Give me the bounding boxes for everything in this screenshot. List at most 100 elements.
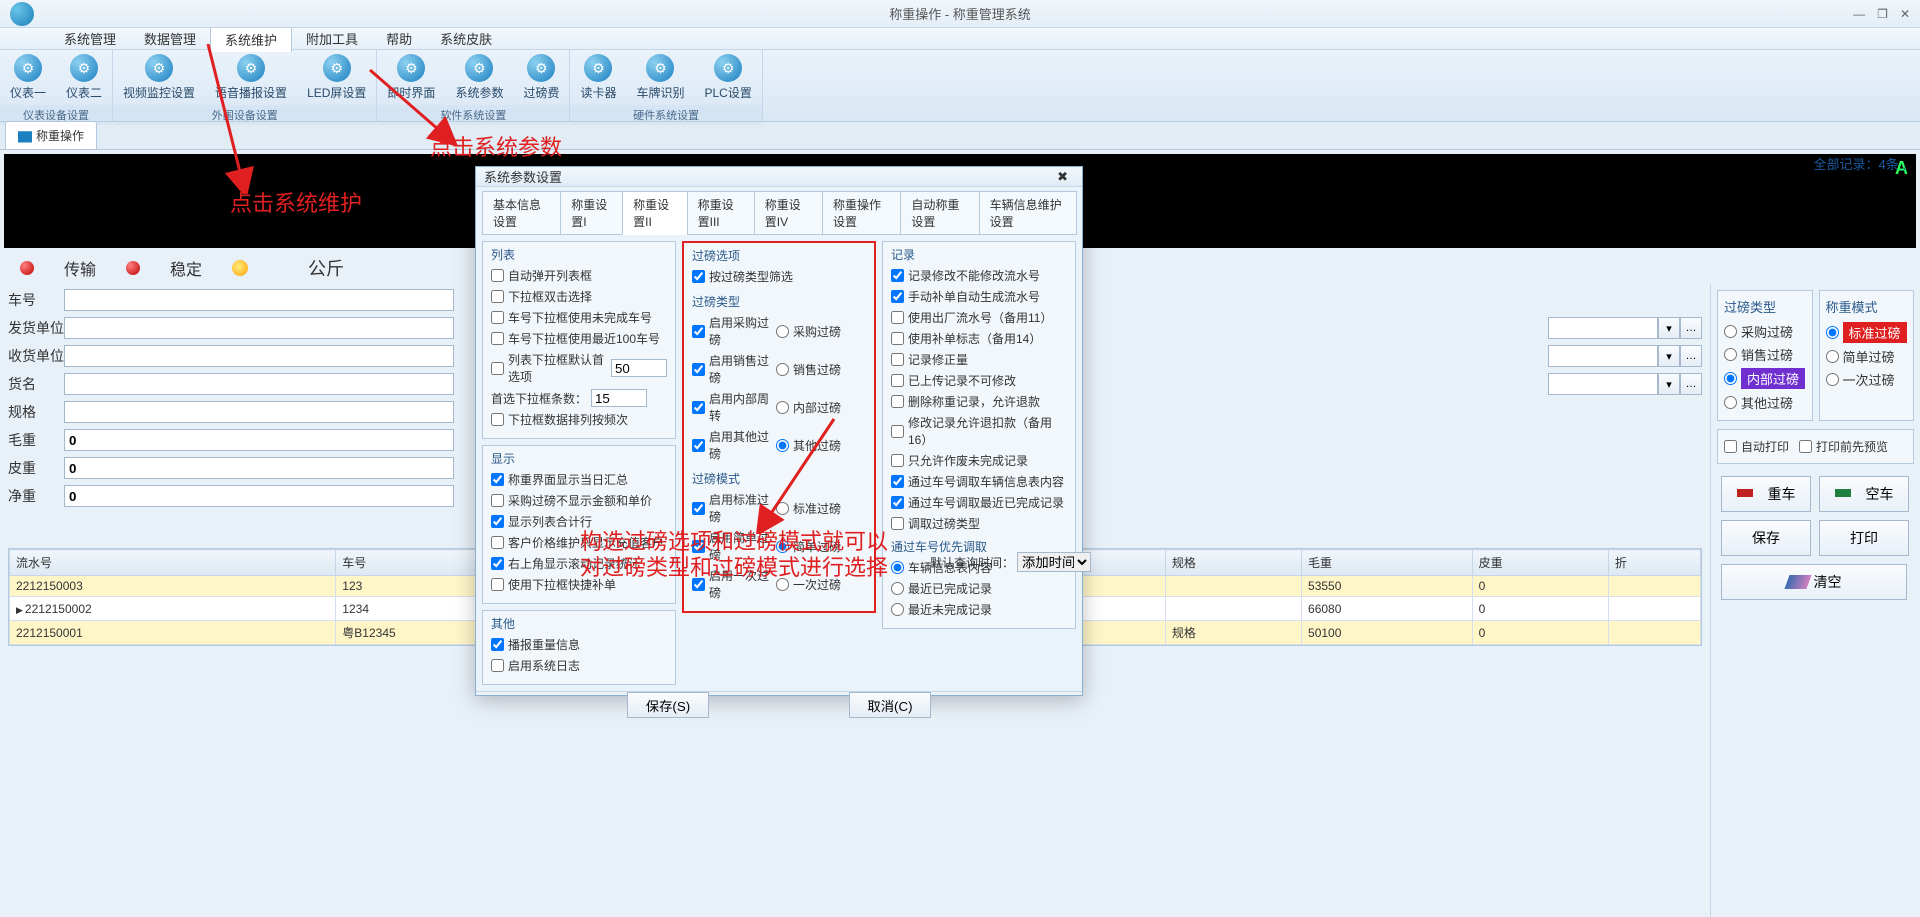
workspace-tab[interactable]: 称重操作 — [5, 121, 97, 149]
ftype-l-2[interactable]: 启用内部周转 — [692, 388, 776, 426]
rec-item-0[interactable]: 记录修改不能修改流水号 — [891, 265, 1067, 286]
ribbon-0-1[interactable]: ⚙仪表二 — [56, 50, 112, 105]
type-radio-0[interactable] — [1724, 325, 1737, 338]
rec-item-9[interactable]: 通过车号调取车辆信息表内容 — [891, 471, 1067, 492]
dialog-tab-3[interactable]: 称重设置III — [687, 191, 755, 235]
input-sender[interactable] — [64, 317, 454, 339]
rec-item-5[interactable]: 已上传记录不可修改 — [891, 370, 1067, 391]
combo-sender-more[interactable]: … — [1680, 317, 1702, 339]
fmode-r-0[interactable]: 标准过磅 — [776, 489, 866, 527]
type-radio-2[interactable] — [1724, 372, 1737, 385]
ribbon-2-1[interactable]: ⚙系统参数 — [445, 50, 513, 105]
dialog-close-icon[interactable]: ✖ — [1051, 169, 1074, 185]
dialog-cancel-button[interactable]: 取消(C) — [849, 692, 931, 718]
time-select[interactable]: 添加时间 — [1017, 552, 1091, 572]
input-car[interactable] — [64, 289, 454, 311]
rec-item-2[interactable]: 使用出厂流水号（备用11） — [891, 307, 1067, 328]
disp-item-1[interactable]: 采购过磅不显示金额和单价 — [491, 490, 667, 511]
dialog-tab-7[interactable]: 车辆信息维护设置 — [979, 191, 1077, 235]
grid-header[interactable]: 规格 — [1165, 550, 1301, 576]
mode-radio-2[interactable] — [1826, 373, 1839, 386]
dialog-tab-4[interactable]: 称重设置IV — [754, 191, 823, 235]
disp-item-0[interactable]: 称重界面显示当日汇总 — [491, 469, 667, 490]
other-item-1[interactable]: 启用系统日志 — [491, 655, 667, 676]
btn-print[interactable]: 打印 — [1819, 520, 1909, 556]
combo-receiver-btn[interactable]: ▾ — [1658, 345, 1680, 367]
ftype-l-3[interactable]: 启用其他过磅 — [692, 426, 776, 464]
chk-preview[interactable]: 打印前先预览 — [1799, 436, 1888, 457]
rec-item-7[interactable]: 修改记录允许退扣款（备用16） — [891, 412, 1067, 450]
grid-header[interactable]: 流水号 — [10, 550, 336, 576]
ribbon-0-0[interactable]: ⚙仪表一 — [0, 50, 56, 105]
ftype-r-2[interactable]: 内部过磅 — [776, 388, 866, 426]
ribbon-2-0[interactable]: ⚙即时界面 — [377, 50, 445, 105]
ribbon-3-1[interactable]: ⚙车牌识别 — [626, 50, 694, 105]
close-icon[interactable]: ✕ — [1900, 7, 1910, 21]
grid-header[interactable]: 毛重 — [1302, 550, 1473, 576]
rec-item-8[interactable]: 只允许作废未完成记录 — [891, 450, 1067, 471]
rec-item-4[interactable]: 记录修正量 — [891, 349, 1067, 370]
fmode-r-2[interactable]: 一次过磅 — [776, 565, 866, 603]
combo-receiver[interactable] — [1548, 345, 1658, 367]
rec-item-6[interactable]: 删除称重记录，允许退款 — [891, 391, 1067, 412]
prio-1[interactable]: 最近已完成记录 — [891, 578, 1067, 599]
input-tare[interactable] — [64, 457, 454, 479]
input-gross[interactable] — [64, 429, 454, 451]
menu-3[interactable]: 附加工具 — [292, 26, 372, 51]
combo-sender-btn[interactable]: ▾ — [1658, 317, 1680, 339]
menu-5[interactable]: 系统皮肤 — [426, 26, 506, 51]
list-item-3[interactable]: 车号下拉框使用最近100车号 — [491, 328, 667, 349]
fmode-l-0[interactable]: 启用标准过磅 — [692, 489, 776, 527]
menu-4[interactable]: 帮助 — [372, 26, 426, 51]
rec-item-3[interactable]: 使用补单标志（备用14） — [891, 328, 1067, 349]
mode-radio-1[interactable] — [1826, 350, 1839, 363]
input-receiver[interactable] — [64, 345, 454, 367]
ftype-l-1[interactable]: 启用销售过磅 — [692, 350, 776, 388]
dialog-tab-2[interactable]: 称重设置II — [622, 191, 688, 235]
dialog-save-button[interactable]: 保存(S) — [627, 692, 709, 718]
rec-item-10[interactable]: 通过车号调取最近已完成记录 — [891, 492, 1067, 513]
list-item-4-num[interactable] — [611, 359, 667, 377]
type-radio-1[interactable] — [1724, 348, 1737, 361]
fmode-l-1[interactable]: 启用简单过磅 — [692, 527, 776, 565]
disp-item-5[interactable]: 使用下拉框快捷补单 — [491, 574, 667, 595]
combo-sender[interactable] — [1548, 317, 1658, 339]
grid-header[interactable]: 折 — [1608, 550, 1700, 576]
disp-item-3[interactable]: 客户价格维护只显示充值客户 — [491, 532, 667, 553]
filter-top[interactable]: 按过磅类型筛选 — [692, 266, 866, 287]
ftype-r-0[interactable]: 采购过磅 — [776, 312, 866, 350]
dialog-tab-5[interactable]: 称重操作设置 — [822, 191, 901, 235]
ribbon-1-2[interactable]: ⚙LED屏设置 — [297, 50, 376, 105]
ribbon-1-0[interactable]: ⚙视频监控设置 — [113, 50, 205, 105]
combo-goods[interactable] — [1548, 373, 1658, 395]
rec-item-1[interactable]: 手动补单自动生成流水号 — [891, 286, 1067, 307]
minimize-icon[interactable]: — — [1853, 7, 1865, 21]
menu-1[interactable]: 数据管理 — [130, 26, 210, 51]
combo-goods-more[interactable]: … — [1680, 373, 1702, 395]
ribbon-3-0[interactable]: ⚙读卡器 — [570, 50, 626, 105]
type-radio-3[interactable] — [1724, 396, 1737, 409]
list-item-2[interactable]: 车号下拉框使用未完成车号 — [491, 307, 667, 328]
input-net[interactable] — [64, 485, 454, 507]
list-item-1[interactable]: 下拉框双击选择 — [491, 286, 667, 307]
ribbon-3-2[interactable]: ⚙PLC设置 — [695, 50, 762, 105]
btn-save[interactable]: 保存 — [1721, 520, 1811, 556]
ftype-l-0[interactable]: 启用采购过磅 — [692, 312, 776, 350]
list-item-6[interactable]: 下拉框数据排列按频次 — [491, 409, 667, 430]
dialog-tab-1[interactable]: 称重设置I — [560, 191, 623, 235]
rec-item-11[interactable]: 调取过磅类型 — [891, 513, 1067, 534]
dialog-tab-0[interactable]: 基本信息设置 — [482, 191, 561, 235]
ribbon-1-1[interactable]: ⚙语音播报设置 — [205, 50, 297, 105]
combo-receiver-more[interactable]: … — [1680, 345, 1702, 367]
combo-goods-btn[interactable]: ▾ — [1658, 373, 1680, 395]
menu-0[interactable]: 系统管理 — [50, 26, 130, 51]
btn-heavy[interactable]: 重车 — [1721, 476, 1811, 512]
input-goods[interactable] — [64, 373, 454, 395]
ribbon-2-2[interactable]: ⚙过磅费 — [513, 50, 569, 105]
grid-header[interactable]: 皮重 — [1472, 550, 1608, 576]
other-item-0[interactable]: 播报重量信息 — [491, 634, 667, 655]
disp-item-2[interactable]: 显示列表合计行 — [491, 511, 667, 532]
disp-item-4[interactable]: 右上角显示滚动记录统计 — [491, 553, 667, 574]
list-item-5[interactable]: 首选下拉框条数： — [491, 387, 667, 409]
restore-icon[interactable]: ❐ — [1877, 7, 1888, 21]
